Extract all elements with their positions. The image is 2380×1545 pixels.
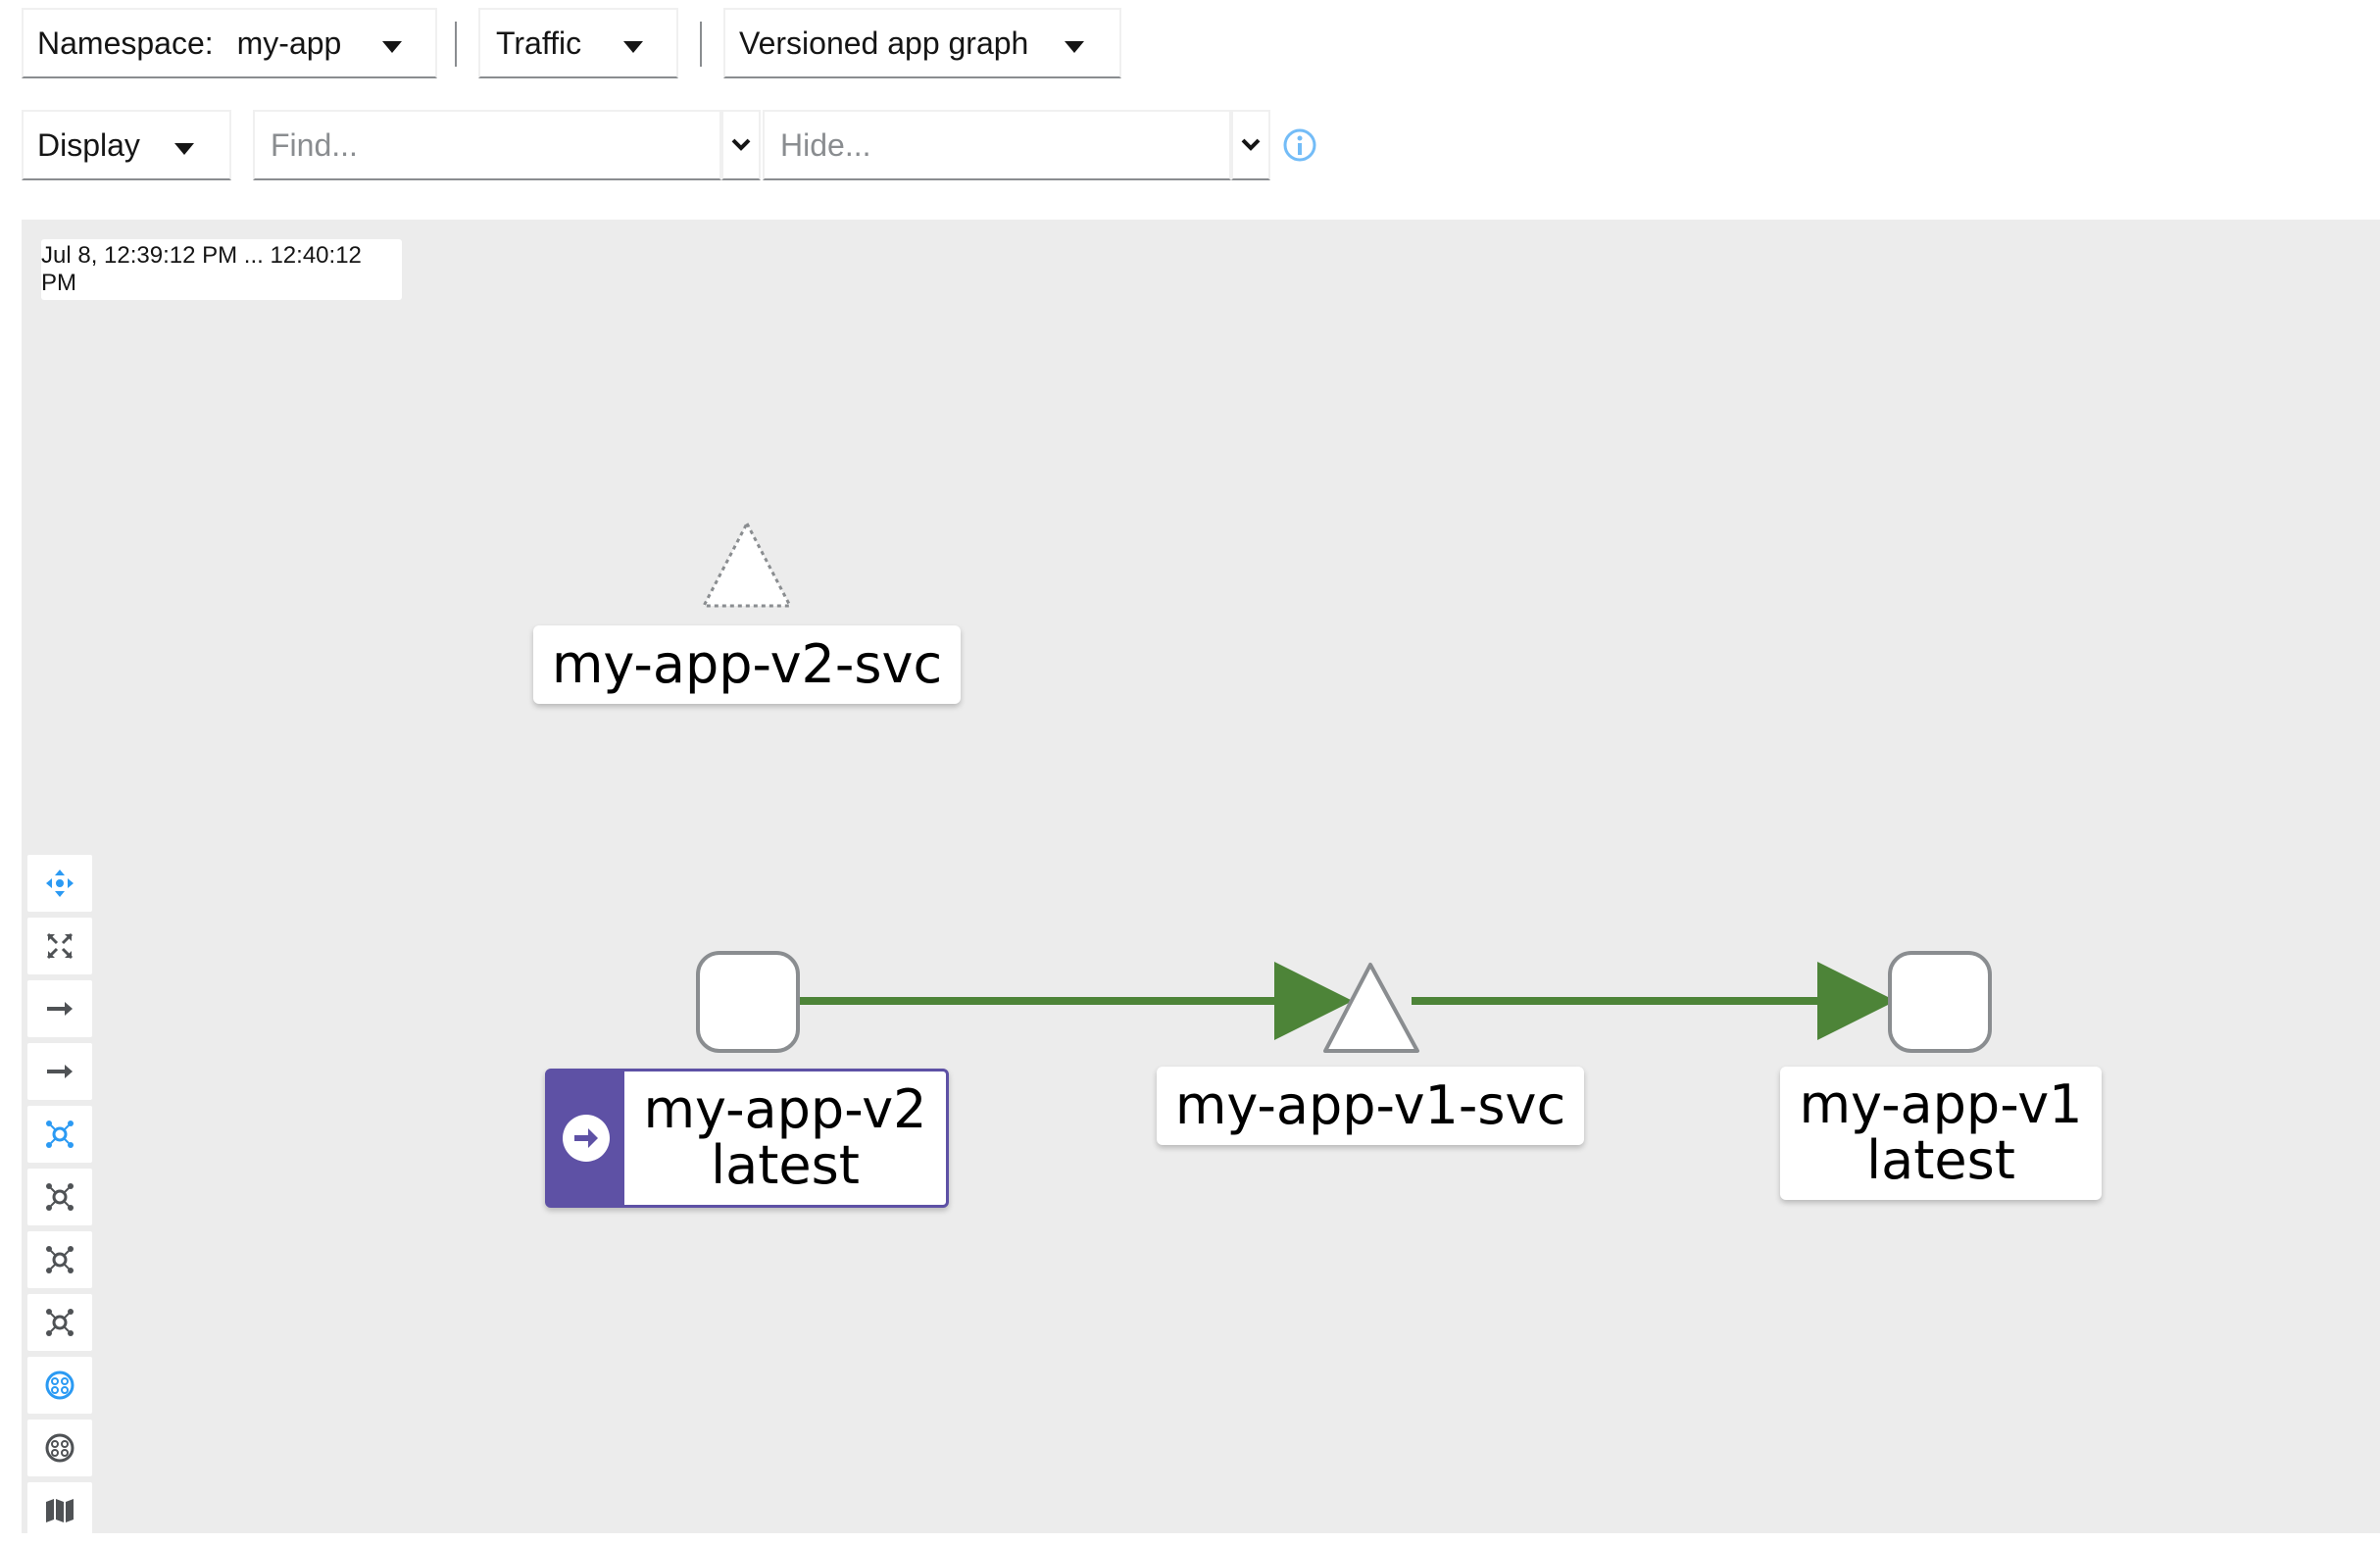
layout-2-button[interactable]: [27, 1231, 92, 1288]
cluster-boxes-icon: [45, 1433, 74, 1463]
app-node-v1[interactable]: [1888, 951, 1992, 1053]
layout-3-icon: [46, 1309, 74, 1336]
layout-1-button[interactable]: [27, 1169, 92, 1225]
layout-2-icon: [46, 1246, 74, 1273]
node-name: my-app-v1: [1799, 1073, 2083, 1136]
legend-map-icon: [46, 1499, 74, 1522]
node-version: latest: [1866, 1129, 2015, 1191]
zoom-in-button[interactable]: [27, 980, 92, 1037]
pan-icon: [46, 870, 74, 897]
app-node-v2[interactable]: [696, 951, 800, 1053]
service-node-v2-svc[interactable]: [702, 522, 792, 608]
layout-default-icon: [46, 1121, 74, 1148]
node-name: my-app-v2: [643, 1078, 927, 1141]
node-name: my-app-v2-svc: [551, 632, 943, 695]
pan-button[interactable]: [27, 855, 92, 912]
namespace-boxes-button[interactable]: [27, 1357, 92, 1414]
namespace-boxes-icon: [45, 1371, 74, 1400]
zoom-out-button[interactable]: [27, 1043, 92, 1100]
node-label-v2[interactable]: my-app-v2 latest: [545, 1069, 949, 1208]
node-label-v2-svc[interactable]: my-app-v2-svc: [533, 625, 961, 704]
legend-button[interactable]: [27, 1482, 92, 1539]
layout-default-button[interactable]: [27, 1106, 92, 1163]
graph-edges-and-nodes: [696, 522, 1992, 1053]
layout-3-button[interactable]: [27, 1294, 92, 1351]
node-label-v1-svc[interactable]: my-app-v1-svc: [1157, 1067, 1584, 1145]
arrow-right-icon: [47, 1065, 73, 1078]
arrow-right-circle-icon: [563, 1115, 610, 1162]
node-name: my-app-v1-svc: [1174, 1073, 1566, 1136]
root-badge: [548, 1072, 624, 1205]
node-version: latest: [711, 1134, 860, 1196]
cluster-boxes-button[interactable]: [27, 1420, 92, 1476]
fit-to-screen-icon: [46, 932, 74, 960]
fit-to-screen-button[interactable]: [27, 918, 92, 974]
graph-controls-toolbar: [27, 855, 94, 1545]
node-label-v1[interactable]: my-app-v1 latest: [1780, 1067, 2102, 1200]
arrow-right-icon: [47, 1002, 73, 1016]
service-node-v1-svc[interactable]: [1323, 963, 1419, 1053]
layout-1-icon: [46, 1183, 74, 1211]
